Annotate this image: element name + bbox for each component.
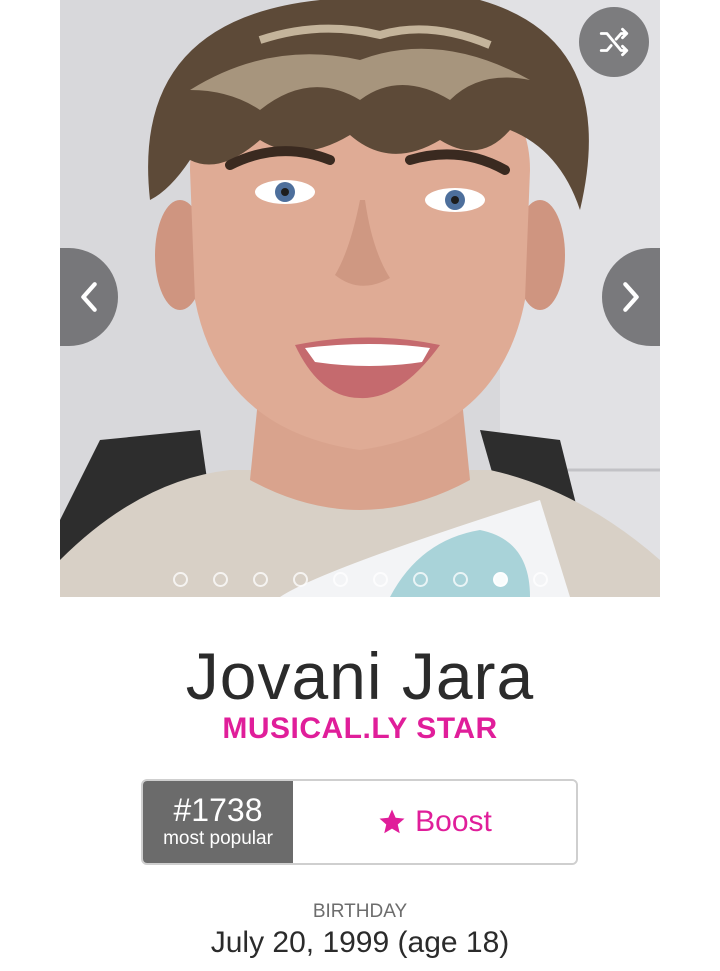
popularity-rank[interactable]: #1738 most popular <box>143 781 293 863</box>
carousel-dot[interactable] <box>373 572 388 587</box>
rank-boost-panel: #1738 most popular Boost <box>141 779 578 865</box>
profile-occupation: MUSICAL.LY STAR <box>222 712 498 745</box>
carousel-indicators <box>60 570 660 588</box>
carousel-dot[interactable] <box>533 572 548 587</box>
carousel-dot[interactable] <box>173 572 188 587</box>
boost-button[interactable]: Boost <box>293 781 576 863</box>
profile-photo[interactable] <box>60 0 660 597</box>
boost-label: Boost <box>415 805 492 838</box>
profile-page: Jovani Jara MUSICAL.LY STAR #1738 most p… <box>0 0 720 971</box>
profile-name: Jovani Jara <box>185 639 535 713</box>
shuffle-icon <box>599 27 629 57</box>
carousel-dot[interactable] <box>333 572 348 587</box>
shuffle-button[interactable] <box>579 7 649 77</box>
birthday-label: BIRTHDAY <box>312 901 408 922</box>
carousel-dot[interactable] <box>293 572 308 587</box>
rank-label: most popular <box>163 828 273 849</box>
carousel-dot[interactable] <box>493 572 508 587</box>
chevron-left-icon <box>81 282 97 312</box>
carousel-dot[interactable] <box>413 572 428 587</box>
carousel-dot[interactable] <box>213 572 228 587</box>
carousel-dot[interactable] <box>253 572 268 587</box>
star-icon <box>379 809 405 834</box>
carousel-dot[interactable] <box>453 572 468 587</box>
chevron-right-icon <box>623 282 639 312</box>
rank-number: #1738 <box>173 792 263 828</box>
birthday-value: July 20, 1999 (age 18) <box>210 926 510 959</box>
portrait-image <box>60 0 660 597</box>
